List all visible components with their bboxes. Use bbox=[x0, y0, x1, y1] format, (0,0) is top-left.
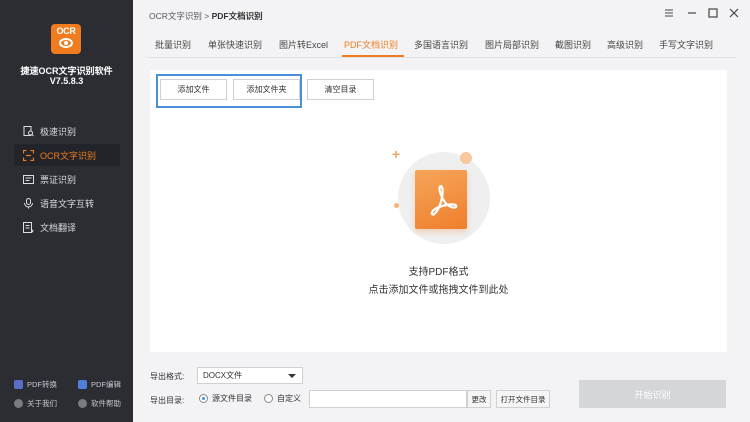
open-dir-button[interactable]: 打开文件目录 bbox=[496, 390, 550, 408]
sidebar-item-label: 票证识别 bbox=[40, 174, 77, 185]
dot-decoration bbox=[394, 203, 399, 208]
pdf-convert-icon bbox=[14, 380, 23, 389]
add-file-button[interactable]: 添加文件 bbox=[160, 79, 227, 100]
breadcrumb-current: PDF文档识别 bbox=[211, 11, 263, 21]
start-recognition-button[interactable]: 开始识别 bbox=[579, 380, 726, 408]
tab-advanced[interactable]: 高级识别 bbox=[607, 38, 643, 51]
plus-decoration-icon: + bbox=[392, 146, 401, 162]
sidebar: OCR 捷速OCR文字识别软件 V7.5.8.3 极速识别 OCR文字识别 票证… bbox=[0, 0, 133, 422]
ticket-icon bbox=[22, 173, 34, 185]
footer-label: 关于我们 bbox=[27, 399, 57, 408]
pdf-file-icon[interactable] bbox=[415, 170, 467, 229]
radio-label: 自定义 bbox=[277, 394, 301, 403]
tab-partial[interactable]: 图片局部识别 bbox=[485, 38, 539, 51]
app-logo-icon: OCR bbox=[51, 24, 81, 54]
output-path-input[interactable] bbox=[309, 390, 467, 408]
footer-label: PDF转换 bbox=[27, 380, 57, 389]
dropzone-instruction[interactable]: 点击添加文件或拖拽文件到此处 bbox=[150, 281, 727, 296]
footer-help[interactable]: 软件帮助 bbox=[78, 398, 121, 409]
breadcrumb-root[interactable]: OCR文字识别 bbox=[149, 11, 202, 21]
tab-batch[interactable]: 批量识别 bbox=[155, 38, 191, 51]
pdf-edit-icon bbox=[78, 380, 87, 389]
doc-search-icon bbox=[22, 125, 34, 137]
footer-pdf-convert[interactable]: PDF转换 bbox=[14, 379, 57, 390]
footer-label: PDF编辑 bbox=[91, 380, 121, 389]
breadcrumb: OCR文字识别 > PDF文档识别 bbox=[149, 10, 263, 22]
maximize-icon[interactable] bbox=[706, 8, 720, 22]
microphone-icon bbox=[22, 197, 34, 209]
active-tab-indicator bbox=[342, 55, 404, 57]
export-format-select[interactable]: DOCX文件 bbox=[197, 367, 303, 384]
tab-image-excel[interactable]: 图片转Excel bbox=[279, 38, 328, 51]
radio-unchecked-icon bbox=[264, 394, 273, 403]
file-panel: 添加文件 添加文件夹 清空目录 + 支持PDF格式 点击添加文件或拖拽文件到此处 bbox=[150, 70, 727, 352]
tab-pdf[interactable]: PDF文档识别 bbox=[344, 38, 398, 51]
tab-screenshot[interactable]: 截图识别 bbox=[555, 38, 591, 51]
export-format-label: 导出格式: bbox=[150, 372, 185, 381]
logo-text: OCR bbox=[56, 26, 76, 36]
export-dir-label: 导出目录: bbox=[150, 396, 185, 405]
menu-icon[interactable] bbox=[662, 8, 676, 22]
help-icon bbox=[78, 399, 87, 408]
app-version: V7.5.8.3 bbox=[49, 76, 84, 86]
tab-handwriting[interactable]: 手写文字识别 bbox=[659, 38, 713, 51]
minimize-icon[interactable] bbox=[685, 8, 699, 22]
radio-custom-dir[interactable]: 自定义 bbox=[264, 393, 301, 404]
footer-label: 软件帮助 bbox=[91, 399, 121, 408]
sidebar-item-translate[interactable]: 文档翻译 bbox=[14, 216, 120, 238]
sidebar-item-label: 文档翻译 bbox=[40, 222, 77, 233]
radio-checked-icon bbox=[199, 394, 208, 403]
clear-list-button[interactable]: 清空目录 bbox=[307, 79, 374, 100]
sidebar-item-ticket[interactable]: 票证识别 bbox=[14, 168, 120, 190]
breadcrumb-sep: > bbox=[204, 11, 210, 21]
chevron-down-icon bbox=[288, 374, 296, 378]
tab-bar: 批量识别 单张快速识别 图片转Excel PDF文档识别 多国语言识别 图片局部… bbox=[147, 32, 736, 58]
dot-decoration bbox=[460, 152, 472, 164]
tab-single-fast[interactable]: 单张快速识别 bbox=[208, 38, 262, 51]
footer-about[interactable]: 关于我们 bbox=[14, 398, 57, 409]
dropzone-format-hint: 支持PDF格式 bbox=[408, 267, 469, 278]
footer-pdf-edit[interactable]: PDF编辑 bbox=[78, 379, 121, 390]
sidebar-item-fast-ocr[interactable]: 极速识别 bbox=[14, 120, 120, 142]
sidebar-item-voice[interactable]: 语音文字互转 bbox=[14, 192, 120, 214]
scan-frame-icon bbox=[22, 149, 34, 161]
radio-source-dir[interactable]: 源文件目录 bbox=[199, 393, 252, 404]
sidebar-item-label: OCR文字识别 bbox=[40, 150, 96, 161]
tab-multilang[interactable]: 多国语言识别 bbox=[414, 38, 468, 51]
translate-doc-icon bbox=[22, 221, 34, 233]
sidebar-item-label: 极速识别 bbox=[40, 126, 77, 137]
close-icon[interactable] bbox=[727, 8, 741, 22]
export-format-value: DOCX文件 bbox=[203, 371, 243, 380]
add-folder-button[interactable]: 添加文件夹 bbox=[233, 79, 300, 100]
sidebar-item-ocr[interactable]: OCR文字识别 bbox=[14, 144, 120, 166]
main-area: OCR文字识别 > PDF文档识别 批量识别 单张快速识别 图片转Excel P… bbox=[133, 0, 750, 422]
info-icon bbox=[14, 399, 23, 408]
sidebar-item-label: 语音文字互转 bbox=[40, 198, 95, 209]
radio-label: 源文件目录 bbox=[212, 394, 252, 403]
change-dir-button[interactable]: 更改 bbox=[467, 390, 491, 408]
